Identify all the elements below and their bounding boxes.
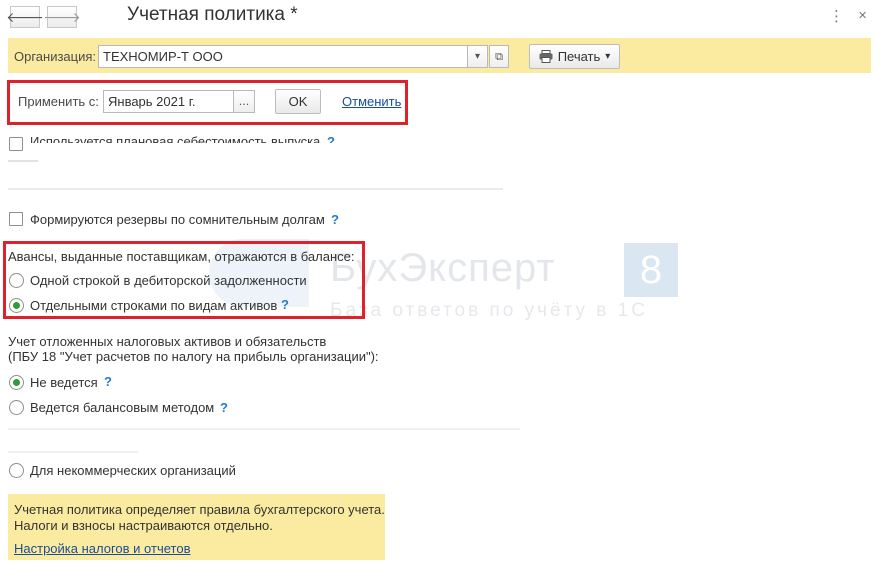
back-button[interactable]: 🡐 — [6, 6, 44, 28]
chevron-down-icon: ▾ — [474, 51, 481, 62]
chevron-down-icon: ▾ — [605, 51, 611, 62]
apply-from-label: Применить с: — [18, 94, 99, 109]
page-title: Учетная политика * — [127, 4, 298, 25]
close-icon[interactable]: ✕ — [858, 9, 867, 22]
advances-heading: Авансы, выданные поставщикам, отражаются… — [8, 249, 355, 264]
cancel-link[interactable]: Отменить — [342, 94, 401, 109]
watermark-badge: 8 — [624, 243, 678, 297]
planned-cost-help-icon[interactable]: ? — [327, 134, 335, 143]
advances-single-line-label: Одной строкой в дебиторской задолженност… — [30, 273, 307, 288]
organization-field[interactable]: ТЕХНОМИР-Т ООО — [98, 45, 468, 68]
advances-help-icon[interactable]: ? — [281, 297, 289, 312]
deferred-tax-not-used-radio[interactable] — [9, 375, 24, 390]
doubtful-debts-reserves-label: Формируются резервы по сомнительным долг… — [30, 212, 325, 227]
planned-cost-checkbox[interactable] — [9, 137, 23, 151]
organization-label: Организация: — [14, 49, 97, 64]
print-label: Печать — [557, 49, 601, 64]
hidden-row-line — [8, 160, 38, 162]
doubtful-debts-reserves-checkbox[interactable] — [9, 212, 23, 226]
deferred-tax-balance-method-label: Ведется балансовым методом — [30, 400, 215, 415]
deferred-tax-balance-method-radio[interactable] — [9, 400, 24, 415]
info-note-line2: Налоги и взносы настраиваются отдельно. — [14, 518, 273, 533]
apply-date-field[interactable]: Январь 2021 г. — [103, 90, 234, 113]
ok-label: OK — [288, 94, 308, 109]
advances-separate-lines-radio[interactable] — [9, 298, 24, 313]
open-icon: ⧉ — [495, 49, 503, 63]
deferred-tax-heading: Учет отложенных налоговых активов и обяз… — [8, 334, 327, 349]
deferred-tax-subheading: (ПБУ 18 "Учет расчетов по налогу на приб… — [8, 349, 379, 364]
deferred-tax-nonprofit-label: Для некоммерческих организаций — [30, 463, 236, 478]
choose-date-button[interactable]: ... — [233, 90, 255, 113]
deferred-tax-not-used-label: Не ведется — [30, 375, 98, 390]
ok-button[interactable]: OK — [275, 89, 321, 114]
info-note-line1: Учетная политика определяет правила бухг… — [14, 502, 385, 517]
tax-settings-link[interactable]: Настройка налогов и отчетов — [14, 541, 190, 556]
hidden-row-line — [8, 428, 520, 430]
advances-separate-lines-label: Отдельными строками по видам активов — [30, 298, 278, 313]
hidden-row-line — [8, 451, 138, 453]
printer-icon — [539, 50, 553, 63]
advances-single-line-radio[interactable] — [9, 273, 24, 288]
more-actions-icon[interactable]: ⋮ — [829, 7, 844, 25]
hidden-row-line — [8, 188, 503, 190]
organization-open-button[interactable]: ⧉ — [489, 45, 509, 68]
arrow-right-icon: 🡒 — [43, 9, 81, 26]
forward-button[interactable]: 🡒 — [43, 6, 81, 28]
print-button[interactable]: Печать ▾ — [529, 44, 620, 69]
not-used-help-icon[interactable]: ? — [104, 374, 112, 389]
organization-dropdown-button[interactable]: ▾ — [467, 45, 488, 68]
reserves-help-icon[interactable]: ? — [331, 212, 339, 227]
balance-method-help-icon[interactable]: ? — [220, 400, 228, 415]
deferred-tax-nonprofit-radio[interactable] — [9, 463, 24, 478]
arrow-left-icon: 🡐 — [6, 9, 44, 26]
planned-cost-label: Используется плановая себестоимость выпу… — [30, 134, 321, 143]
watermark-tagline: База ответов по учёту в 1С — [330, 300, 648, 321]
